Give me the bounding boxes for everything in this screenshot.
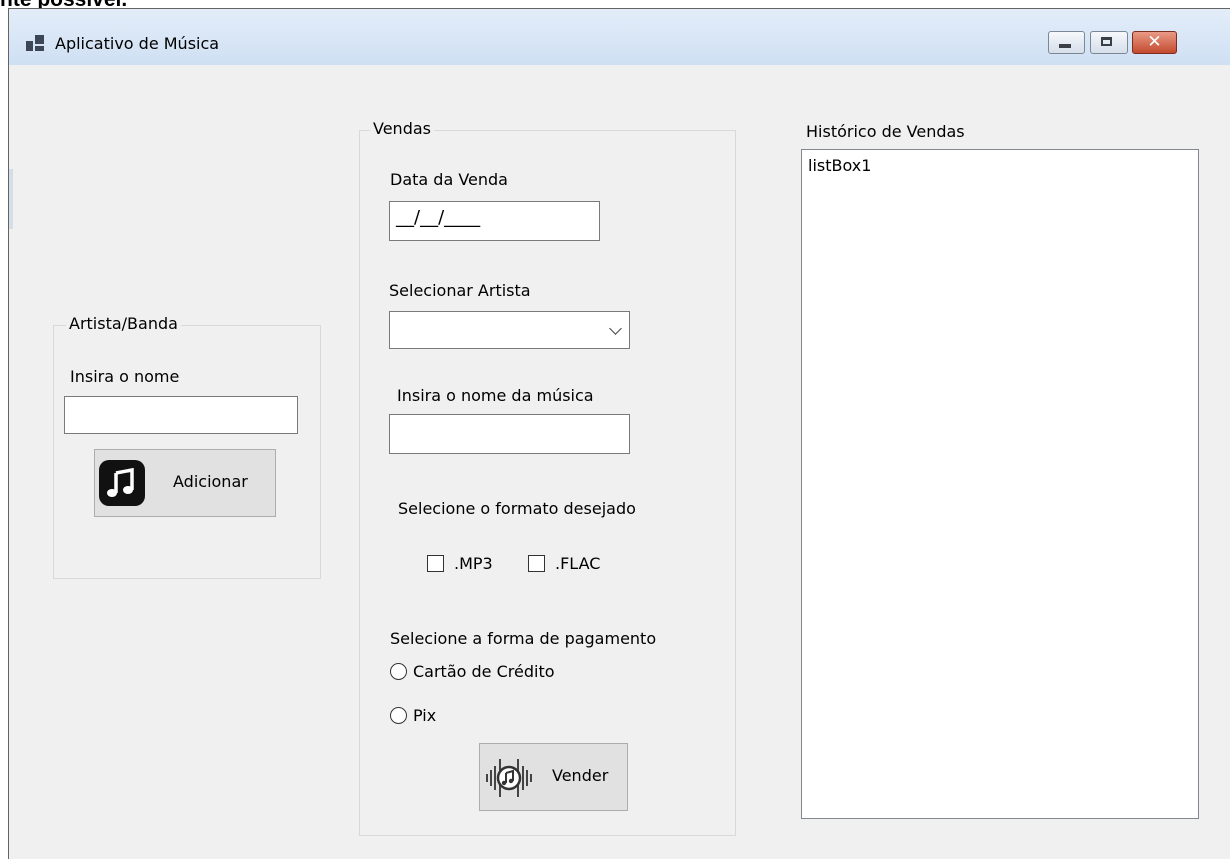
- sale-date-mask: __/__/____: [396, 207, 481, 228]
- window-edge: [9, 169, 13, 229]
- credit-card-label[interactable]: Cartão de Crédito: [413, 662, 555, 681]
- app-window-icon: [26, 35, 44, 51]
- music-wave-icon: [486, 759, 532, 797]
- sell-button-label: Vender: [552, 766, 609, 785]
- sale-date-input[interactable]: __/__/____: [389, 201, 600, 241]
- chevron-down-icon[interactable]: [609, 322, 622, 335]
- select-artist-combobox[interactable]: [389, 311, 630, 349]
- payment-label: Selecione a forma de pagamento: [390, 629, 657, 648]
- mp3-label[interactable]: .MP3: [454, 554, 493, 573]
- minimize-icon: [1059, 44, 1071, 48]
- music-note-icon: [99, 460, 145, 506]
- sales-history-listbox[interactable]: listBox1: [801, 149, 1199, 819]
- window-title: Aplicativo de Música: [55, 34, 220, 53]
- sell-button[interactable]: Vender: [479, 743, 628, 811]
- song-name-input[interactable]: [389, 414, 630, 454]
- credit-card-radio[interactable]: [390, 663, 407, 680]
- maximize-button[interactable]: [1090, 31, 1128, 54]
- format-label: Selecione o formato desejado: [398, 499, 636, 518]
- close-button[interactable]: ✕: [1132, 31, 1177, 54]
- add-artist-button[interactable]: Adicionar: [94, 449, 276, 517]
- artist-group-title: Artista/Banda: [66, 314, 181, 333]
- flac-label[interactable]: .FLAC: [555, 554, 600, 573]
- artist-name-label: Insira o nome: [70, 367, 180, 386]
- select-artist-label: Selecionar Artista: [389, 281, 531, 300]
- pix-label[interactable]: Pix: [413, 706, 436, 725]
- maximize-icon: [1101, 37, 1112, 46]
- list-item[interactable]: listBox1: [808, 156, 871, 175]
- mp3-checkbox[interactable]: [427, 555, 444, 572]
- close-icon: ✕: [1147, 32, 1162, 52]
- song-name-label: Insira o nome da música: [397, 386, 594, 405]
- add-button-label: Adicionar: [173, 472, 248, 491]
- sale-date-label: Data da Venda: [390, 170, 508, 189]
- app-window: Aplicativo de Música ✕ Artista/Banda Ins…: [8, 8, 1230, 859]
- history-label: Histórico de Vendas: [806, 122, 965, 141]
- title-bar[interactable]: Aplicativo de Música ✕: [9, 9, 1230, 65]
- minimize-button[interactable]: [1048, 31, 1085, 54]
- sales-group-title: Vendas: [370, 119, 434, 138]
- pix-radio[interactable]: [390, 707, 407, 724]
- artist-name-input[interactable]: [64, 396, 298, 434]
- flac-checkbox[interactable]: [528, 555, 545, 572]
